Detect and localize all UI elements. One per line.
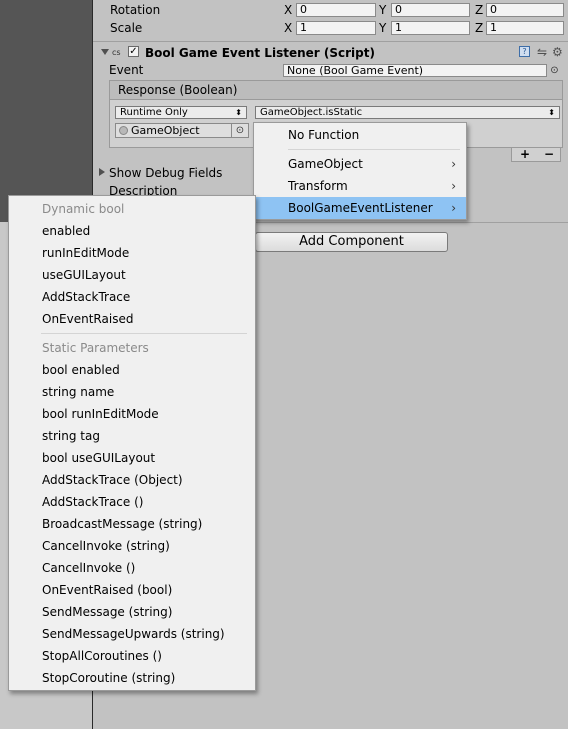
chevron-right-icon: › (451, 179, 456, 193)
chevron-right-icon: › (451, 157, 456, 171)
submenu-item-dynamic[interactable]: OnEventRaised (9, 308, 255, 330)
component-title: Bool Game Event Listener (Script) (145, 46, 375, 60)
runtime-dropdown-label: Runtime Only (120, 107, 188, 118)
runtime-dropdown[interactable]: Runtime Only ⬍ (115, 106, 247, 119)
submenu-item-static[interactable]: SendMessage (string) (9, 601, 255, 623)
submenu-item-dynamic[interactable]: useGUILayout (9, 264, 255, 286)
scale-x-field[interactable]: 1 (296, 21, 376, 35)
function-dropdown[interactable]: GameObject.isStatic ⬍ (255, 106, 560, 119)
static-parameters-header: Static Parameters (42, 341, 149, 355)
rotation-z-axis-label[interactable]: Z (475, 3, 483, 17)
dropdown-arrow-icon: ⬍ (235, 108, 242, 117)
show-debug-fields-label[interactable]: Show Debug Fields (109, 166, 222, 180)
event-label: Event (109, 63, 144, 77)
remove-listener-button[interactable]: − (544, 147, 554, 161)
submenu-item-dynamic[interactable]: runInEditMode (9, 242, 255, 264)
debug-foldout-arrow-icon[interactable] (99, 168, 105, 176)
submenu-item-static[interactable]: StopAllCoroutines () (9, 645, 255, 667)
rotation-y-axis-label[interactable]: Y (379, 3, 386, 17)
script-icon: cs (112, 48, 121, 57)
submenu-item-static[interactable]: SendMessageUpwards (string) (9, 623, 255, 645)
submenu-item-static[interactable]: AddStackTrace () (9, 491, 255, 513)
object-picker-icon[interactable]: ⊙ (548, 64, 561, 77)
submenu-item-static[interactable]: string name (9, 381, 255, 403)
submenu-item-static[interactable]: string tag (9, 425, 255, 447)
gear-icon[interactable]: ⚙ (552, 45, 563, 59)
chevron-right-icon: › (451, 201, 456, 215)
event-object-field[interactable]: None (Bool Game Event) (283, 64, 547, 77)
menu-separator (288, 149, 460, 150)
menu-item-label: Transform (288, 179, 348, 193)
submenu-item-dynamic[interactable]: AddStackTrace (9, 286, 255, 308)
component-separator (93, 41, 568, 42)
menu-item-label: GameObject (288, 157, 363, 171)
list-add-remove: + − (511, 147, 561, 162)
help-icon[interactable]: ? (519, 46, 530, 57)
menu-item-gameobject[interactable]: GameObject › (254, 153, 466, 175)
submenu-item-static[interactable]: bool useGUILayout (9, 447, 255, 469)
target-object-field[interactable]: GameObject (115, 123, 249, 138)
gameobject-icon (119, 126, 128, 135)
submenu-item-static[interactable]: AddStackTrace (Object) (9, 469, 255, 491)
object-picker-icon[interactable]: ⊙ (231, 124, 248, 137)
rotation-x-axis-label[interactable]: X (284, 3, 292, 17)
response-header: Response (Boolean) (109, 80, 563, 100)
submenu-item-dynamic[interactable]: enabled (9, 220, 255, 242)
component-enabled-checkbox[interactable]: ✓ (128, 46, 139, 57)
menu-item-transform[interactable]: Transform › (254, 175, 466, 197)
boolgameeventlistener-submenu: Dynamic bool enabled runInEditMode useGU… (8, 195, 256, 691)
menu-item-boolgameeventlistener[interactable]: BoolGameEventListener › (254, 197, 466, 219)
preset-icon[interactable]: ⇋ (537, 45, 547, 59)
submenu-item-static[interactable]: CancelInvoke (string) (9, 535, 255, 557)
submenu-item-static[interactable]: bool enabled (9, 359, 255, 381)
add-component-button[interactable]: Add Component (255, 232, 448, 252)
target-object-label: GameObject (131, 124, 200, 137)
function-dropdown-label: GameObject.isStatic (260, 107, 363, 118)
scale-y-field[interactable]: 1 (391, 21, 470, 35)
rotation-x-field[interactable]: 0 (296, 3, 376, 17)
submenu-item-static[interactable]: StopCoroutine (string) (9, 667, 255, 689)
menu-item-label: BoolGameEventListener (288, 201, 433, 215)
rotation-z-field[interactable]: 0 (486, 3, 564, 17)
submenu-separator (41, 333, 247, 334)
submenu-item-static[interactable]: OnEventRaised (bool) (9, 579, 255, 601)
scale-label: Scale (110, 21, 143, 35)
scale-z-axis-label[interactable]: Z (475, 21, 483, 35)
scale-x-axis-label[interactable]: X (284, 21, 292, 35)
dynamic-bool-header: Dynamic bool (42, 202, 125, 216)
menu-item-label: No Function (288, 128, 360, 142)
rotation-label: Rotation (110, 3, 161, 17)
component-foldout-arrow-icon[interactable] (101, 49, 109, 55)
scale-y-axis-label[interactable]: Y (379, 21, 386, 35)
dropdown-arrow-icon: ⬍ (548, 108, 555, 117)
add-listener-button[interactable]: + (520, 147, 530, 161)
submenu-item-static[interactable]: bool runInEditMode (9, 403, 255, 425)
function-popup-menu: No Function GameObject › Transform › Boo… (253, 122, 467, 220)
rotation-y-field[interactable]: 0 (391, 3, 470, 17)
scale-z-field[interactable]: 1 (486, 21, 564, 35)
submenu-item-static[interactable]: BroadcastMessage (string) (9, 513, 255, 535)
submenu-item-static[interactable]: CancelInvoke () (9, 557, 255, 579)
menu-item-no-function[interactable]: No Function (254, 124, 466, 146)
